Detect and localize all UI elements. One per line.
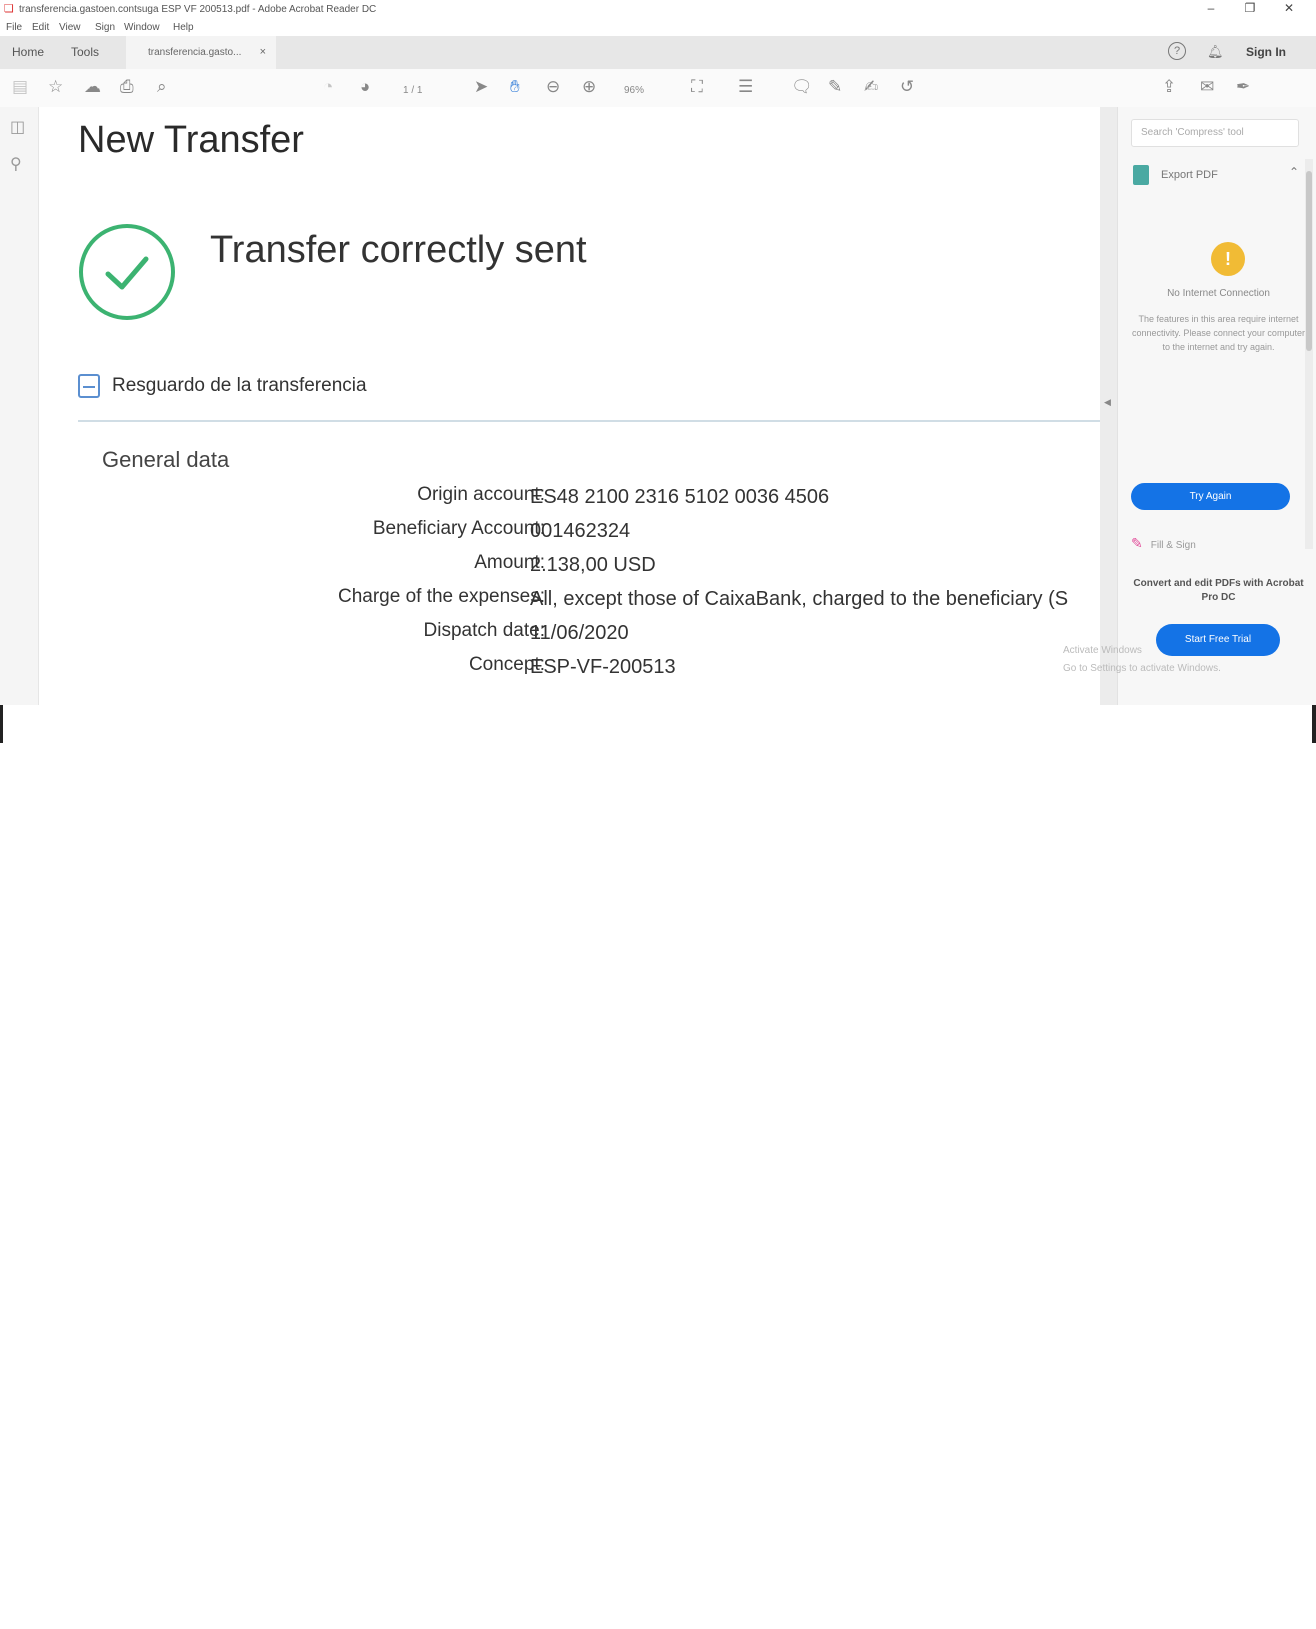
export-pdf-icon bbox=[1133, 165, 1149, 185]
attachments-icon[interactable]: ⚲ bbox=[10, 154, 22, 174]
previous-page-icon[interactable]: ◔ bbox=[323, 77, 333, 97]
left-edge-mark bbox=[0, 705, 3, 743]
no-connection-message: The features in this area require intern… bbox=[1132, 314, 1305, 352]
panel-scroll-thumb[interactable] bbox=[1306, 171, 1312, 351]
email-icon[interactable]: ✉ bbox=[1200, 77, 1214, 97]
tab-bar: Home Tools transferencia.gasto... × ? 🔔︎… bbox=[0, 36, 1316, 69]
menu-edit[interactable]: Edit bbox=[32, 22, 49, 33]
share-icon[interactable]: ⇪ bbox=[1162, 77, 1176, 97]
next-page-icon[interactable]: ◕ bbox=[360, 77, 370, 97]
notifications-icon[interactable]: 🔔︎ bbox=[1207, 44, 1224, 60]
zoom-out-icon[interactable]: ⊖ bbox=[546, 77, 560, 97]
document-view[interactable]: New Transfer Transfer correctly sent Res… bbox=[39, 107, 1100, 705]
menu-sign[interactable]: Sign bbox=[95, 22, 115, 33]
menu-file[interactable]: File bbox=[6, 22, 22, 33]
page-thumbnails-icon[interactable]: ◫ bbox=[10, 117, 25, 137]
tab-close-icon[interactable]: × bbox=[260, 36, 266, 69]
bookmark-star-icon[interactable]: ☆ bbox=[48, 77, 63, 97]
export-pdf-label: Export PDF bbox=[1161, 169, 1218, 181]
field-row-amount: Amount: 2.138,00 USD bbox=[39, 552, 1100, 586]
minimize-button[interactable]: – bbox=[1196, 1, 1226, 15]
upload-cloud-icon[interactable]: ☁ bbox=[84, 77, 101, 97]
zoom-level-select[interactable]: 96% bbox=[624, 81, 644, 101]
right-edge-mark bbox=[1312, 705, 1316, 743]
export-pdf-item[interactable]: Export PDF ⌃ bbox=[1131, 163, 1306, 193]
fill-sign-panel-icon: ✎ bbox=[1131, 535, 1143, 551]
status-heading: Transfer correctly sent bbox=[210, 229, 587, 271]
receipt-document-icon[interactable] bbox=[78, 374, 100, 398]
tab-home[interactable]: Home bbox=[12, 36, 44, 69]
select-arrow-icon[interactable]: ➤ bbox=[474, 77, 488, 97]
rotate-icon[interactable]: ↺ bbox=[900, 77, 914, 97]
restore-button[interactable]: ❐ bbox=[1235, 1, 1265, 15]
success-check-icon bbox=[79, 224, 175, 320]
field-value: ESP-VF-200513 bbox=[530, 656, 676, 678]
field-row-beneficiary-account: Beneficiary Account: 001462324 bbox=[39, 518, 1100, 552]
sign-in-button[interactable]: Sign In bbox=[1246, 36, 1286, 69]
receipt-link[interactable]: Resguardo de la transferencia bbox=[112, 375, 367, 397]
warning-icon: ! bbox=[1211, 242, 1245, 276]
field-row-concept: Concept: ESP-VF-200513 bbox=[39, 654, 1100, 688]
no-connection-title: No Internet Connection bbox=[1167, 288, 1270, 299]
comment-icon[interactable]: 🗨︎ bbox=[791, 77, 813, 97]
menu-window[interactable]: Window bbox=[124, 22, 160, 33]
page-title: New Transfer bbox=[78, 119, 304, 161]
field-label: Dispatch date: bbox=[423, 620, 545, 641]
watermark-line-2: Go to Settings to activate Windows. bbox=[1063, 663, 1221, 674]
field-row-origin-account: Origin account: ES48 2100 2316 5102 0036… bbox=[39, 484, 1100, 518]
search-icon[interactable]: ⌕ bbox=[157, 77, 167, 97]
toolbar: ▤ ☆ ☁ ⎙ ⌕ ◔ ◕ 1 / 1 ➤ ✋︎ ⊖ ⊕ 96% ⛶ ☰ 🗨︎ … bbox=[0, 69, 1316, 108]
tab-document[interactable]: transferencia.gasto... × bbox=[126, 36, 276, 69]
fill-sign-label: Fill & Sign bbox=[1150, 540, 1196, 551]
document-scrollbar[interactable]: ◀ bbox=[1100, 107, 1117, 705]
field-value: All, except those of CaixaBank, charged … bbox=[530, 588, 1069, 610]
field-value: 11/06/2020 bbox=[530, 622, 629, 644]
divider bbox=[78, 420, 1100, 422]
right-tools-panel: Search 'Compress' tool Export PDF ⌃ ! No… bbox=[1117, 107, 1316, 705]
watermark-line-1: Activate Windows bbox=[1063, 645, 1142, 656]
page-number-field[interactable]: 1 / 1 bbox=[403, 81, 422, 101]
fill-sign-icon[interactable]: ✒ bbox=[1236, 77, 1250, 97]
close-window-button[interactable]: ✕ bbox=[1274, 1, 1304, 15]
promo-text: Convert and edit PDFs with Acrobat Pro D… bbox=[1133, 578, 1304, 603]
panel-scrollbar[interactable] bbox=[1305, 159, 1313, 549]
tab-document-label: transferencia.gasto... bbox=[148, 47, 242, 58]
create-pdf-icon[interactable]: ▤ bbox=[12, 77, 28, 97]
window-title: transferencia.gastoen.contsuga ESP VF 20… bbox=[19, 4, 377, 15]
hand-tool-icon[interactable]: ✋︎ bbox=[510, 77, 520, 97]
field-value: ES48 2100 2316 5102 0036 4506 bbox=[530, 486, 830, 508]
field-label: Beneficiary Account: bbox=[372, 518, 545, 539]
section-heading: General data bbox=[102, 447, 230, 472]
field-value: 2.138,00 USD bbox=[530, 554, 656, 576]
draw-icon[interactable]: ✍︎ bbox=[864, 77, 878, 97]
collapse-panel-icon[interactable]: ◀ bbox=[1104, 397, 1111, 408]
field-label: Charge of the expenses: bbox=[337, 586, 545, 607]
title-bar: ❏ transferencia.gastoen.contsuga ESP VF … bbox=[0, 0, 1316, 19]
field-value: 001462324 bbox=[530, 520, 631, 542]
tab-tools[interactable]: Tools bbox=[71, 36, 99, 69]
chevron-up-icon[interactable]: ⌃ bbox=[1289, 165, 1299, 179]
fit-page-icon[interactable]: ⛶ bbox=[691, 77, 703, 97]
left-rail: ◫ ⚲ bbox=[0, 107, 39, 705]
zoom-in-icon[interactable]: ⊕ bbox=[582, 77, 596, 97]
try-again-button[interactable]: Try Again bbox=[1131, 483, 1290, 510]
activation-watermark: Activate Windows Go to Settings to activ… bbox=[1063, 642, 1221, 678]
print-icon[interactable]: ⎙ bbox=[120, 77, 134, 97]
field-label: Origin account: bbox=[417, 484, 545, 505]
highlight-pen-icon[interactable]: ✎ bbox=[828, 77, 842, 97]
scroll-mode-icon[interactable]: ☰ bbox=[738, 77, 753, 97]
menu-help[interactable]: Help bbox=[173, 22, 194, 33]
help-icon[interactable]: ? bbox=[1168, 42, 1186, 60]
acrobat-window: ❏ transferencia.gastoen.contsuga ESP VF … bbox=[0, 0, 1316, 705]
menu-view[interactable]: View bbox=[59, 22, 81, 33]
field-row-charge-of-expenses: Charge of the expenses: All, except thos… bbox=[39, 586, 1100, 620]
field-row-dispatch-date: Dispatch date: 11/06/2020 bbox=[39, 620, 1100, 654]
menu-bar: File Edit View Sign Window Help bbox=[0, 19, 1316, 36]
fill-sign-item[interactable]: ✎ Fill & Sign bbox=[1131, 535, 1196, 552]
tools-search-input[interactable]: Search 'Compress' tool bbox=[1131, 119, 1299, 147]
acrobat-app-icon: ❏ bbox=[4, 3, 14, 15]
